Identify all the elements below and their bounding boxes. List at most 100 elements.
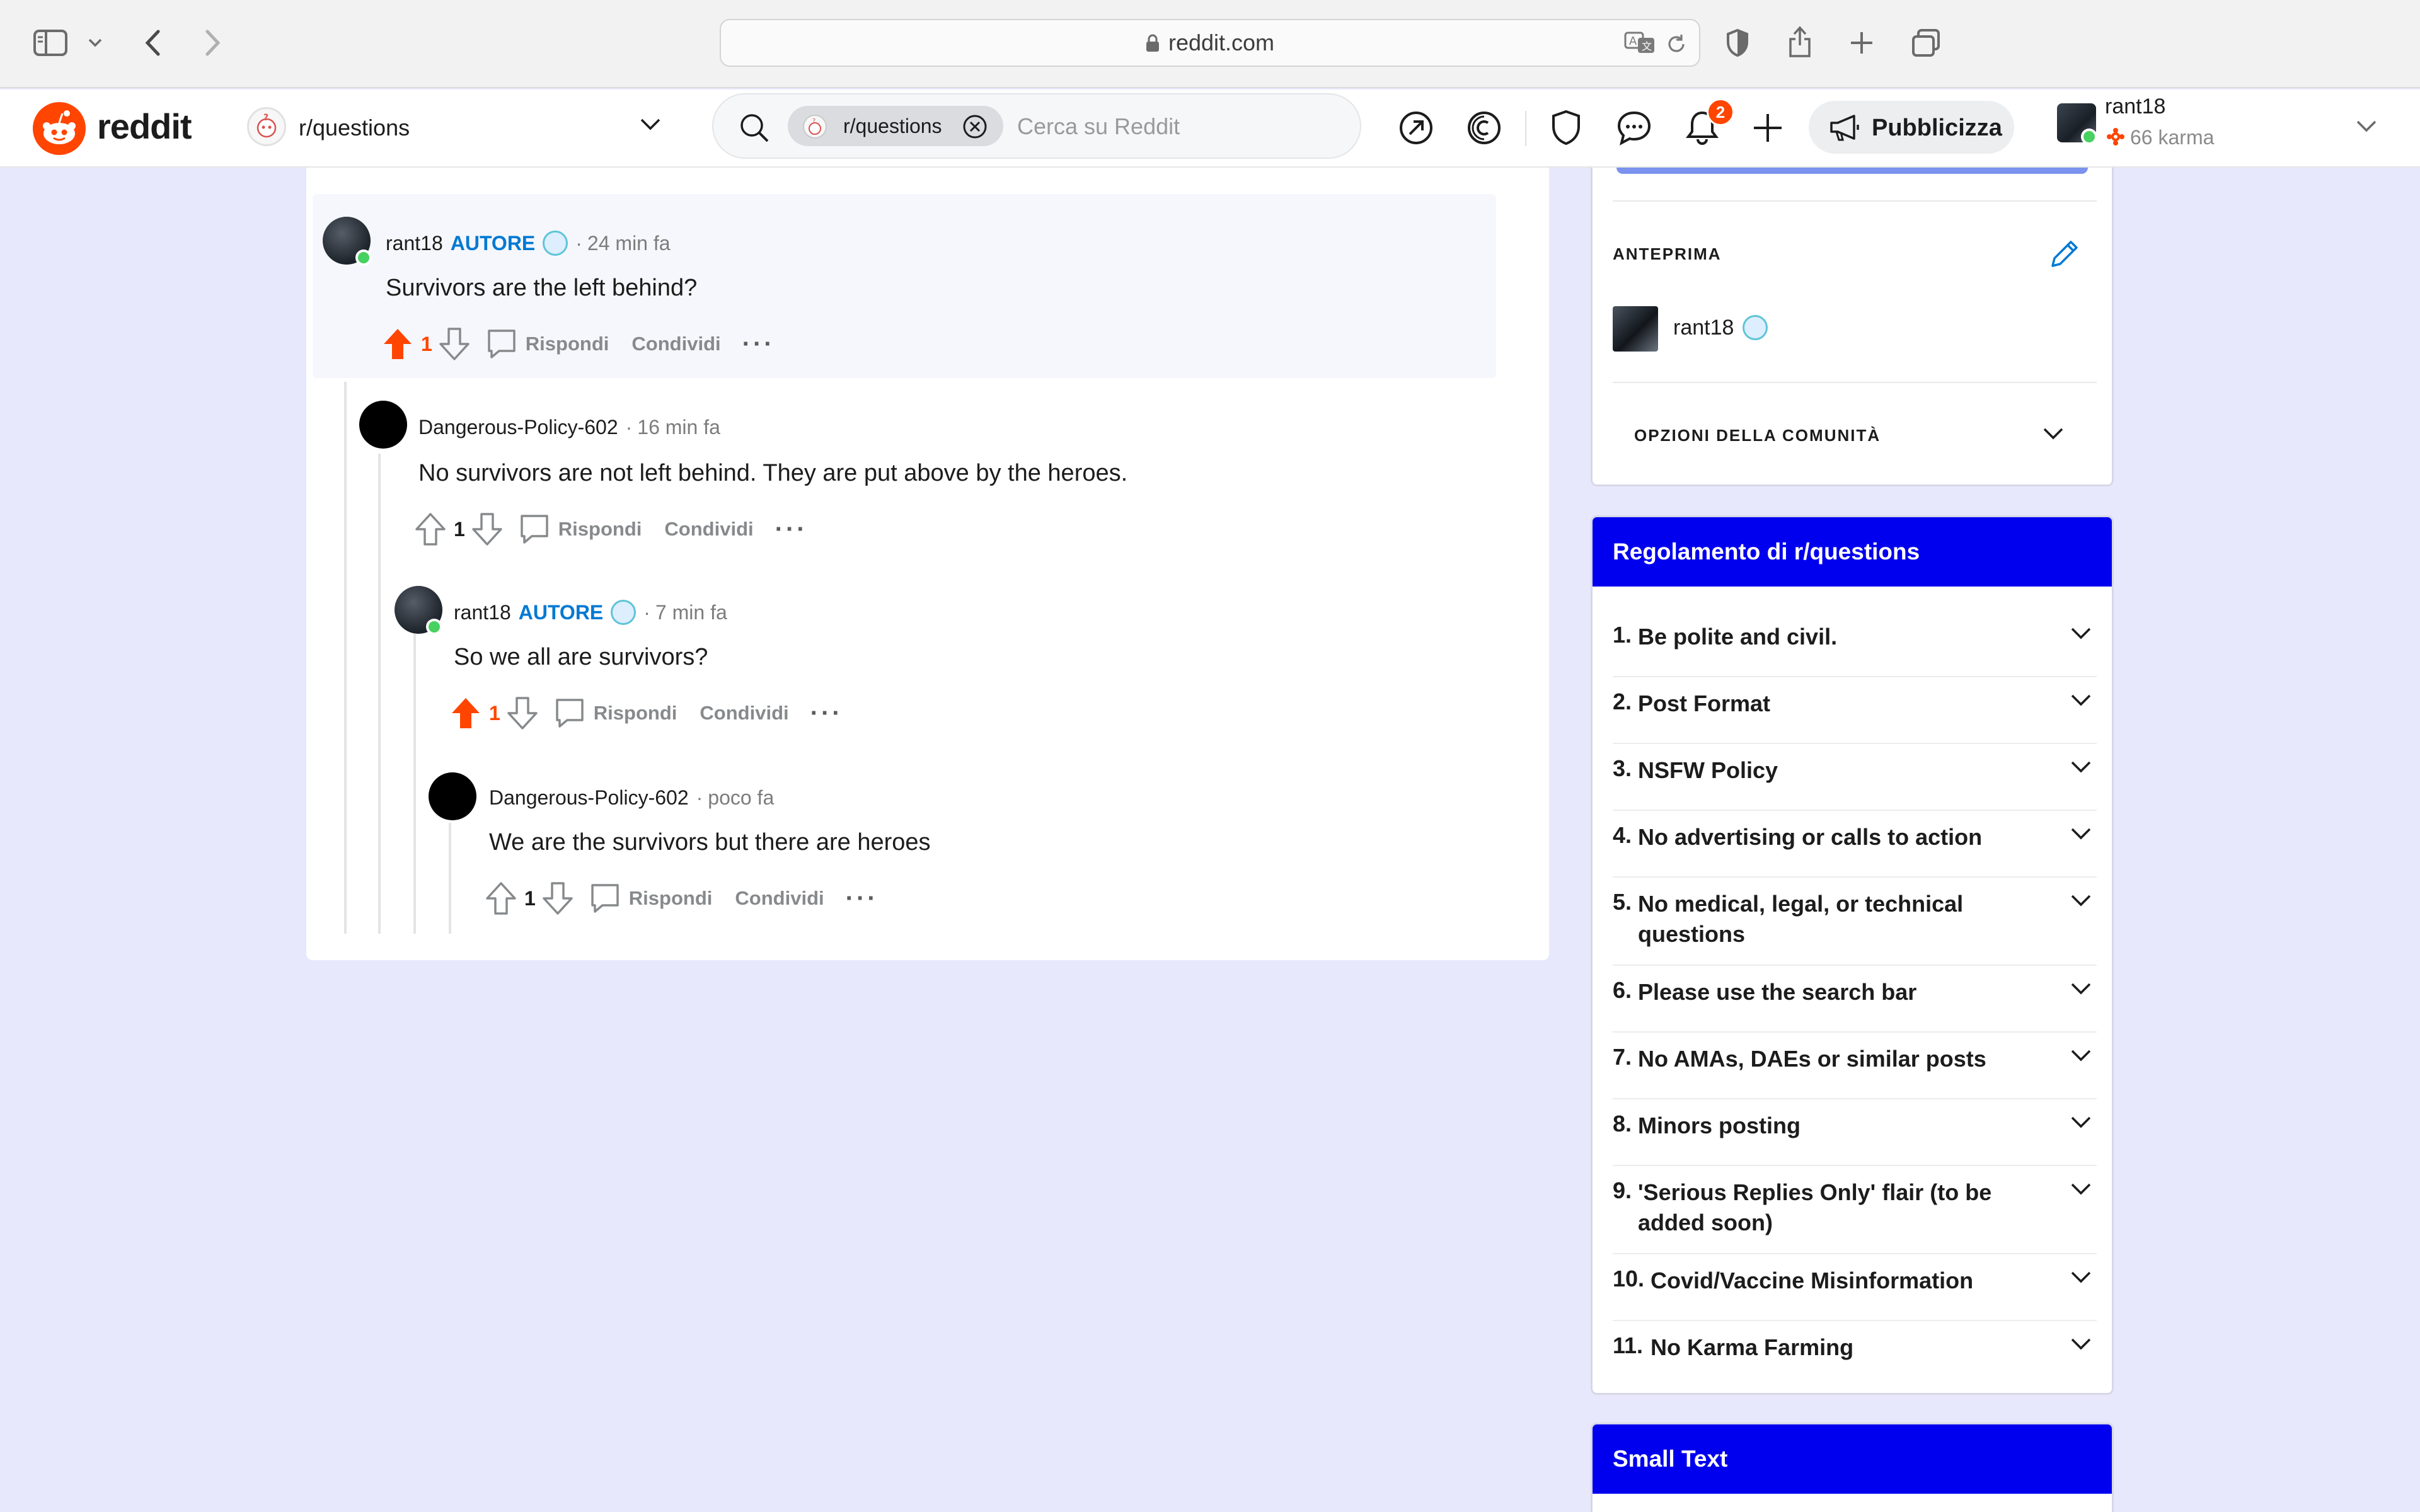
chevron-down-icon[interactable]: [2070, 827, 2092, 841]
chevron-down-icon[interactable]: [2070, 1049, 2092, 1063]
translate-icon[interactable]: A文: [1623, 30, 1656, 55]
divider: [1613, 382, 2097, 383]
create-post-icon[interactable]: [1747, 107, 1789, 149]
downvote-icon[interactable]: [471, 512, 503, 546]
more-options-icon[interactable]: ···: [742, 330, 775, 358]
chevron-down-icon[interactable]: [2070, 982, 2092, 996]
subreddit-name[interactable]: r/questions: [299, 115, 410, 141]
rule-item[interactable]: 5. No medical, legal, or technical quest…: [1613, 889, 2097, 966]
svg-text:A: A: [1629, 35, 1637, 48]
comment-time[interactable]: 24 min fa: [587, 232, 671, 255]
coins-icon[interactable]: [1463, 107, 1505, 149]
rule-item[interactable]: 6. Please use the search bar: [1613, 977, 2097, 1033]
community-options-toggle[interactable]: OPZIONI DELLA COMUNITÀ: [1634, 426, 1881, 445]
tab-overview-icon[interactable]: [1910, 26, 1942, 59]
rules-card: Regolamento di r/questions 1. Be polite …: [1591, 515, 2114, 1395]
edit-pencil-icon[interactable]: [2048, 237, 2082, 271]
reply-button[interactable]: Rispondi: [589, 883, 712, 914]
chip-remove-icon[interactable]: [962, 113, 988, 140]
more-options-icon[interactable]: ···: [775, 515, 808, 544]
svg-text:文: 文: [1642, 40, 1652, 52]
comment-time[interactable]: poco fa: [708, 786, 774, 810]
reddit-logo-icon[interactable]: [33, 102, 86, 155]
promote-button[interactable]: Pubblicizza: [1809, 101, 2014, 154]
more-options-icon[interactable]: ···: [810, 699, 843, 728]
privacy-shield-icon[interactable]: [1723, 25, 1752, 60]
upvote-icon[interactable]: [415, 512, 446, 546]
rule-number: 1.: [1613, 622, 1632, 648]
rule-item[interactable]: 9. 'Serious Replies Only' flair (to be a…: [1613, 1177, 2097, 1254]
share-button[interactable]: Condividi: [692, 702, 788, 724]
chat-icon[interactable]: [1613, 107, 1655, 149]
comment-time[interactable]: 16 min fa: [637, 416, 720, 439]
rule-item[interactable]: 8. Minors posting: [1613, 1111, 2097, 1166]
rule-item[interactable]: 4. No advertising or calls to action: [1613, 822, 2097, 878]
rule-text: Covid/Vaccine Misinformation: [1651, 1268, 1974, 1293]
reload-icon[interactable]: [1664, 32, 1689, 57]
upvote-icon[interactable]: [450, 696, 481, 730]
search-scope-chip[interactable]: ? r/questions: [788, 106, 1003, 146]
chevron-down-icon[interactable]: [2070, 627, 2092, 641]
rule-item[interactable]: 1. Be polite and civil.: [1613, 622, 2097, 677]
comment-author[interactable]: Dangerous-Policy-602: [489, 786, 689, 810]
chip-subreddit-icon: ?: [802, 113, 828, 140]
chevron-down-icon[interactable]: [2070, 1183, 2092, 1196]
chevron-down-icon[interactable]: [2070, 1271, 2092, 1285]
rule-item[interactable]: 11. No Karma Farming: [1613, 1332, 2097, 1383]
vote-count: 1: [421, 332, 432, 355]
comment-actions: 1 Rispondi Condividi ···: [450, 694, 843, 732]
downvote-icon[interactable]: [507, 696, 538, 730]
rule-number: 3.: [1613, 755, 1632, 781]
comment-author[interactable]: Dangerous-Policy-602: [418, 416, 618, 439]
downvote-icon[interactable]: [542, 881, 573, 915]
rule-number: 9.: [1613, 1177, 1632, 1203]
chevron-down-icon[interactable]: [2070, 1116, 2092, 1130]
downvote-icon[interactable]: [439, 327, 470, 361]
search-placeholder[interactable]: Cerca su Reddit: [1017, 113, 1180, 140]
upvote-icon[interactable]: [485, 881, 517, 915]
rule-number: 10.: [1613, 1266, 1645, 1292]
search-bar[interactable]: ? r/questions Cerca su Reddit: [712, 93, 1361, 159]
share-button[interactable]: Condividi: [657, 518, 753, 541]
comment-time-sep: ·: [643, 600, 650, 624]
back-icon[interactable]: [140, 25, 165, 60]
mod-shield-icon[interactable]: [1545, 107, 1587, 149]
rule-item[interactable]: 2. Post Format: [1613, 689, 2097, 744]
community-options-chevron-icon[interactable]: [2043, 427, 2064, 441]
reddit-wordmark[interactable]: reddit: [97, 106, 192, 147]
comment-avatar[interactable]: [429, 772, 476, 820]
user-menu-chevron-icon[interactable]: [2356, 120, 2377, 134]
more-options-icon[interactable]: ···: [846, 885, 879, 913]
comment-avatar[interactable]: [359, 401, 407, 449]
reply-button[interactable]: Rispondi: [518, 513, 642, 545]
card-top-button-edge[interactable]: [1616, 168, 2088, 174]
forward-icon[interactable]: [200, 25, 226, 60]
subreddit-dropdown-icon[interactable]: [639, 117, 662, 132]
chevron-down-icon[interactable]: [2070, 694, 2092, 707]
upvote-icon[interactable]: [382, 327, 413, 361]
online-status-dot: [426, 619, 442, 635]
new-tab-icon[interactable]: [1847, 28, 1877, 58]
sidebar-toggle-icon[interactable]: [33, 28, 68, 58]
rule-item[interactable]: 3. NSFW Policy: [1613, 755, 2097, 811]
comment-author[interactable]: rant18: [454, 601, 511, 624]
comment-time[interactable]: 7 min fa: [655, 601, 727, 624]
address-bar[interactable]: reddit.com A文: [720, 19, 1700, 67]
browser-toolbar: reddit.com A文: [0, 0, 2420, 88]
popular-icon[interactable]: [1395, 107, 1437, 149]
comment-author[interactable]: rant18: [386, 232, 443, 255]
share-button[interactable]: Condividi: [727, 887, 824, 910]
reply-button[interactable]: Rispondi: [485, 328, 609, 360]
share-label: Condividi: [700, 702, 789, 724]
rule-item[interactable]: 10. Covid/Vaccine Misinformation: [1613, 1266, 2097, 1321]
chevron-down-icon[interactable]: [2070, 894, 2092, 908]
share-icon[interactable]: [1785, 23, 1815, 60]
reply-button[interactable]: Rispondi: [553, 697, 677, 729]
tab-group-chevron-icon[interactable]: [86, 35, 105, 50]
chevron-down-icon[interactable]: [2070, 760, 2092, 774]
rule-item[interactable]: 7. No AMAs, DAEs or similar posts: [1613, 1044, 2097, 1099]
user-name[interactable]: rant18: [2105, 94, 2165, 119]
chevron-down-icon[interactable]: [2070, 1337, 2092, 1351]
share-button[interactable]: Condividi: [624, 333, 720, 355]
online-status-dot: [2081, 129, 2097, 145]
